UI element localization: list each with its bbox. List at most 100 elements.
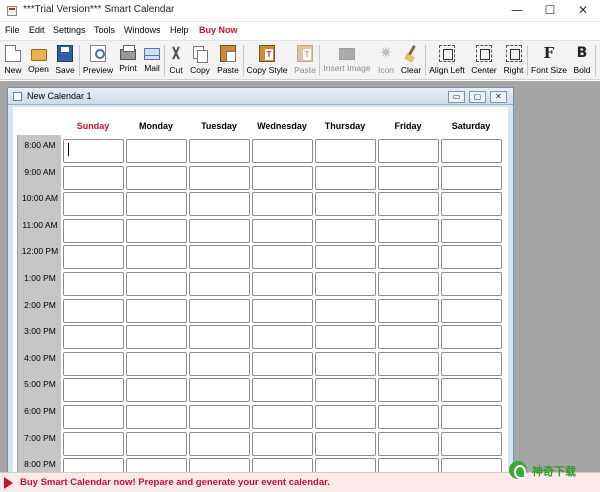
time-slot-cell[interactable] [315,431,376,456]
copy-button[interactable]: Copy [188,42,212,79]
time-slot-cell[interactable] [126,165,187,190]
save-button[interactable]: Save [52,42,78,79]
time-slot-cell[interactable] [189,245,250,270]
time-slot-cell[interactable] [189,139,250,163]
time-slot-cell[interactable] [315,165,376,190]
time-slot-cell[interactable] [189,431,250,456]
time-slot-cell[interactable] [126,192,187,217]
time-slot-cell[interactable] [378,351,439,376]
copy-style-button[interactable]: Copy Style [245,42,289,79]
time-slot-cell[interactable] [252,245,313,270]
time-slot-cell[interactable] [441,431,502,456]
menu-file[interactable]: File [5,25,20,35]
time-slot-cell[interactable] [378,272,439,296]
time-slot-cell[interactable] [441,405,502,429]
mail-button[interactable]: Mail [141,42,163,79]
time-slot-cell[interactable] [189,405,250,429]
time-slot-cell[interactable] [63,245,124,270]
time-slot-cell[interactable] [126,272,187,296]
maximize-button[interactable]: ☐ [533,0,567,22]
time-slot-cell[interactable] [252,192,313,217]
time-slot-cell[interactable] [189,298,250,323]
time-slot-cell[interactable] [126,378,187,403]
time-slot-cell[interactable] [63,218,124,243]
calendar-minimize-button[interactable]: ▭ [448,91,465,103]
time-slot-cell[interactable] [378,245,439,270]
time-slot-cell[interactable] [441,378,502,403]
time-slot-cell[interactable] [378,298,439,323]
time-slot-cell[interactable] [63,351,124,376]
menu-windows[interactable]: Windows [124,25,161,35]
time-slot-cell[interactable] [441,139,502,163]
minimize-button[interactable]: — [500,0,534,22]
time-slot-cell[interactable] [252,325,313,350]
time-slot-cell[interactable] [252,405,313,429]
align-left-button[interactable]: Align Left [427,42,467,79]
time-slot-cell[interactable] [63,165,124,190]
time-slot-cell[interactable] [378,325,439,350]
time-slot-cell[interactable] [189,165,250,190]
time-slot-cell[interactable] [315,298,376,323]
calendar-close-button[interactable]: ✕ [490,91,507,103]
time-slot-cell[interactable] [252,351,313,376]
font-size-button[interactable]: F Font Size [529,42,569,79]
time-slot-cell[interactable] [126,325,187,350]
paste-style-button[interactable]: Paste [292,42,318,79]
align-center-button[interactable]: Center [469,42,499,79]
time-slot-cell[interactable] [252,298,313,323]
paste-button[interactable]: Paste [214,42,242,79]
preview-button[interactable]: Preview [81,42,115,79]
menu-tools[interactable]: Tools [94,25,115,35]
time-slot-cell[interactable] [315,139,376,163]
open-button[interactable]: Open [26,42,51,79]
time-slot-cell[interactable] [441,325,502,350]
time-slot-cell[interactable] [378,218,439,243]
time-slot-cell[interactable] [189,378,250,403]
time-slot-cell[interactable] [378,431,439,456]
time-slot-cell[interactable] [252,431,313,456]
time-slot-cell[interactable] [126,245,187,270]
time-slot-cell[interactable] [378,378,439,403]
calendar-maximize-button[interactable]: ▢ [469,91,486,103]
calendar-window-titlebar[interactable]: New Calendar 1 ▭ ▢ ✕ [8,88,513,105]
time-slot-cell[interactable] [441,245,502,270]
time-slot-cell[interactable] [63,298,124,323]
time-slot-cell[interactable] [378,165,439,190]
time-slot-cell[interactable] [315,405,376,429]
menu-help[interactable]: Help [170,25,189,35]
time-slot-cell[interactable] [315,272,376,296]
time-slot-cell[interactable] [252,378,313,403]
time-slot-cell[interactable] [126,218,187,243]
time-slot-cell[interactable] [63,139,124,163]
menu-edit[interactable]: Edit [29,25,45,35]
time-slot-cell[interactable] [126,298,187,323]
time-slot-cell[interactable] [63,405,124,429]
cut-button[interactable]: Cut [166,42,186,79]
time-slot-cell[interactable] [252,165,313,190]
menu-settings[interactable]: Settings [53,25,86,35]
time-slot-cell[interactable] [378,192,439,217]
time-slot-cell[interactable] [189,325,250,350]
time-slot-cell[interactable] [63,431,124,456]
time-slot-cell[interactable] [189,272,250,296]
bold-button[interactable]: B Bold [571,42,593,79]
time-slot-cell[interactable] [189,218,250,243]
time-slot-cell[interactable] [441,298,502,323]
time-slot-cell[interactable] [63,325,124,350]
time-slot-cell[interactable] [189,192,250,217]
print-button[interactable]: Print [117,42,139,79]
time-slot-cell[interactable] [378,405,439,429]
time-slot-cell[interactable] [126,431,187,456]
time-slot-cell[interactable] [126,405,187,429]
time-slot-cell[interactable] [63,378,124,403]
time-slot-cell[interactable] [252,218,313,243]
time-slot-cell[interactable] [252,272,313,296]
time-slot-cell[interactable] [63,192,124,217]
time-slot-cell[interactable] [441,272,502,296]
time-slot-cell[interactable] [189,351,250,376]
time-slot-cell[interactable] [315,192,376,217]
time-slot-cell[interactable] [441,351,502,376]
time-slot-cell[interactable] [252,139,313,163]
time-slot-cell[interactable] [441,192,502,217]
time-slot-cell[interactable] [315,351,376,376]
